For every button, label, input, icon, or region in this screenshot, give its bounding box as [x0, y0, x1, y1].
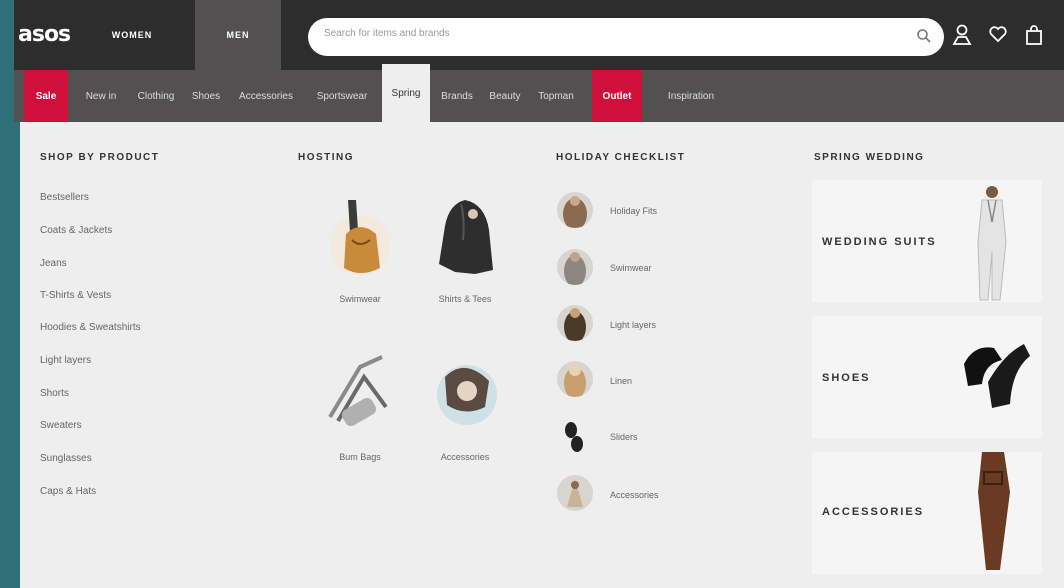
product-link[interactable]: Hoodies & Sweatshirts: [40, 322, 141, 333]
tile-caption: Accessories: [440, 452, 490, 462]
card-label: WEDDING SUITS: [822, 236, 937, 248]
shirt-image: [439, 200, 493, 274]
nav-spring[interactable]: Spring: [382, 64, 430, 122]
nav-accessories[interactable]: Accessories: [228, 70, 304, 122]
search-input[interactable]: [324, 28, 904, 39]
search-icon[interactable]: [916, 28, 932, 49]
product-link[interactable]: T-Shirts & Vests: [40, 290, 111, 301]
product-link[interactable]: Coats & Jackets: [40, 225, 112, 236]
wedding-suits-card[interactable]: WEDDING SUITS: [812, 180, 1042, 302]
holiday-item-label[interactable]: Holiday Fits: [610, 206, 657, 216]
account-icon[interactable]: [952, 24, 972, 51]
holiday-item-label[interactable]: Accessories: [610, 490, 659, 500]
tile-caption: Bum Bags: [339, 452, 381, 462]
nav-sportswear[interactable]: Sportswear: [306, 70, 378, 122]
asos-logo[interactable]: asos: [18, 22, 71, 47]
nav-brands[interactable]: Brands: [434, 70, 480, 122]
card-label: SHOES: [822, 372, 871, 384]
spring-wedding-title: SPRING WEDDING: [814, 152, 925, 163]
holiday-thumb[interactable]: [557, 192, 593, 228]
tab-women[interactable]: WOMEN: [89, 0, 175, 70]
hosting-title: HOSTING: [298, 152, 355, 163]
tile-caption: Swimwear: [339, 294, 381, 304]
shoes-image: [964, 344, 1030, 408]
nav-clothing[interactable]: Clothing: [129, 70, 183, 122]
holiday-item-label[interactable]: Linen: [610, 376, 632, 386]
holiday-thumb[interactable]: [557, 475, 593, 511]
product-link[interactable]: Jeans: [40, 258, 67, 269]
accessories-card[interactable]: ACCESSORIES: [812, 452, 1042, 574]
top-header: asos WOMEN MEN: [14, 0, 1064, 70]
holiday-thumb[interactable]: [557, 249, 593, 285]
mega-menu-panel: SHOP BY PRODUCT Bestsellers Coats & Jack…: [20, 122, 1064, 588]
swimwear-image: [330, 200, 390, 275]
holiday-checklist-title: HOLIDAY CHECKLIST: [556, 152, 686, 163]
nav-inspiration[interactable]: Inspiration: [652, 70, 730, 122]
holiday-item-label[interactable]: Swimwear: [610, 263, 652, 273]
nav-outlet[interactable]: Outlet: [592, 70, 642, 122]
wedding-suit-image: [977, 186, 1007, 301]
category-nav: Sale New in Clothing Shoes Accessories S…: [14, 64, 1064, 122]
holiday-thumb[interactable]: [557, 361, 593, 397]
nav-topman[interactable]: Topman: [530, 70, 582, 122]
tile-caption: Shirts & Tees: [438, 294, 492, 304]
nav-shoes[interactable]: Shoes: [186, 70, 226, 122]
nav-beauty[interactable]: Beauty: [482, 70, 528, 122]
product-link[interactable]: Shorts: [40, 388, 69, 399]
product-link[interactable]: Light layers: [40, 355, 91, 366]
shoes-card[interactable]: SHOES: [812, 316, 1042, 438]
nav-new-in[interactable]: New in: [76, 70, 126, 122]
holiday-item-label[interactable]: Light layers: [610, 320, 656, 330]
product-link[interactable]: Caps & Hats: [40, 486, 96, 497]
shop-by-product-title: SHOP BY PRODUCT: [40, 152, 160, 163]
nav-sale[interactable]: Sale: [24, 70, 68, 122]
card-label: ACCESSORIES: [822, 506, 925, 518]
holiday-thumb[interactable]: [557, 418, 593, 454]
product-link[interactable]: Bestsellers: [40, 192, 89, 203]
heart-icon[interactable]: [988, 24, 1008, 49]
belt-image: [978, 452, 1010, 570]
bum-bag-image: [328, 355, 388, 427]
holiday-thumb[interactable]: [557, 305, 593, 341]
search-bar: [308, 18, 944, 56]
product-link[interactable]: Sunglasses: [40, 453, 92, 464]
tab-men[interactable]: MEN: [195, 0, 281, 70]
bag-icon[interactable]: [1024, 24, 1044, 51]
accessories-image: [437, 365, 497, 425]
product-link[interactable]: Sweaters: [40, 420, 82, 431]
holiday-item-label[interactable]: Sliders: [610, 432, 638, 442]
